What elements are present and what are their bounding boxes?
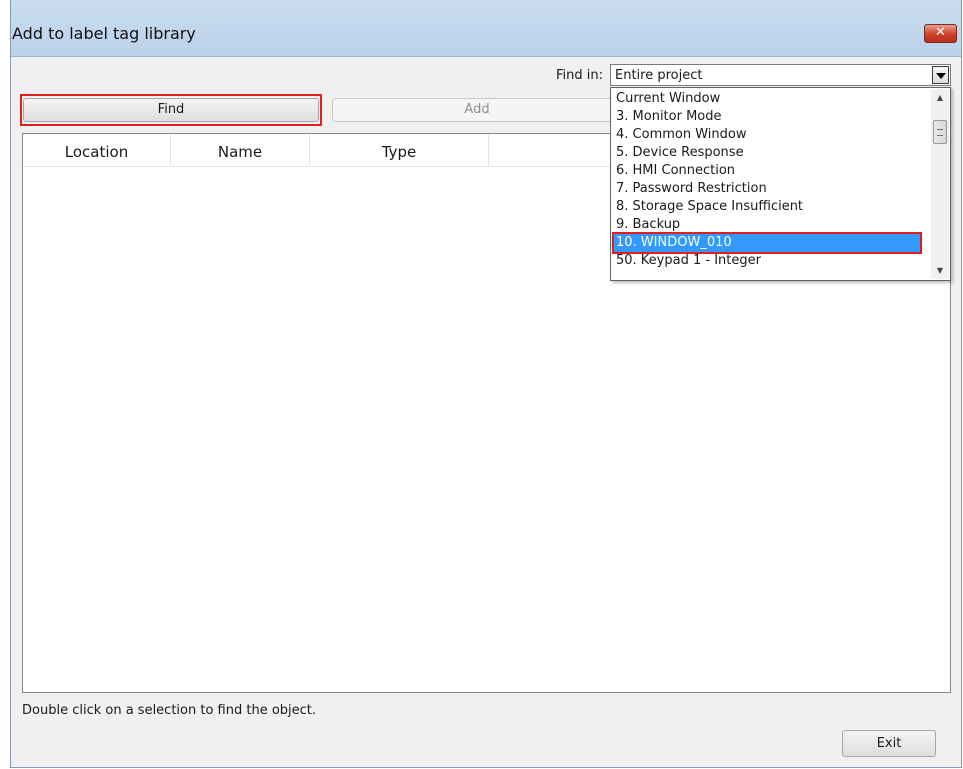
column-header-location[interactable]: Location xyxy=(23,134,171,166)
option-keypad-integer[interactable]: 50. Keypad 1 - Integer xyxy=(614,252,920,270)
option-hmi-connection[interactable]: 6. HMI Connection xyxy=(614,162,920,180)
column-header-name[interactable]: Name xyxy=(171,134,310,166)
option-password-restriction[interactable]: 7. Password Restriction xyxy=(614,180,920,198)
close-icon: ✕ xyxy=(935,25,946,40)
find-button[interactable]: Find xyxy=(23,98,319,122)
status-hint: Double click on a selection to find the … xyxy=(22,703,317,718)
find-in-label: Find in: xyxy=(556,68,603,83)
option-device-response[interactable]: 5. Device Response xyxy=(614,144,920,162)
add-button[interactable]: Add xyxy=(332,98,622,122)
find-in-value: Entire project xyxy=(615,68,703,83)
close-button[interactable]: ✕ xyxy=(924,24,957,43)
exit-button[interactable]: Exit xyxy=(842,730,936,757)
find-in-dropdown[interactable]: Entire project xyxy=(610,64,951,86)
scroll-thumb[interactable] xyxy=(933,120,947,144)
option-storage-space[interactable]: 8. Storage Space Insufficient xyxy=(614,198,920,216)
dropdown-scrollbar[interactable]: ▲ ▼ xyxy=(931,89,949,279)
find-in-options-list: Current Window 3. Monitor Mode 4. Common… xyxy=(610,87,951,281)
option-current-window[interactable]: Current Window xyxy=(614,90,920,108)
option-window-010[interactable]: 10. WINDOW_010 xyxy=(612,232,922,254)
title-bar: Add to label tag library ✕ xyxy=(11,0,961,57)
option-common-window[interactable]: 4. Common Window xyxy=(614,126,920,144)
option-backup[interactable]: 9. Backup xyxy=(614,216,920,234)
scroll-up-icon[interactable]: ▲ xyxy=(931,89,949,106)
scroll-down-icon[interactable]: ▼ xyxy=(931,262,949,279)
dropdown-arrow-icon[interactable] xyxy=(932,66,949,84)
window-title: Add to label tag library xyxy=(12,24,196,43)
option-monitor-mode[interactable]: 3. Monitor Mode xyxy=(614,108,920,126)
column-header-type[interactable]: Type xyxy=(310,134,489,166)
